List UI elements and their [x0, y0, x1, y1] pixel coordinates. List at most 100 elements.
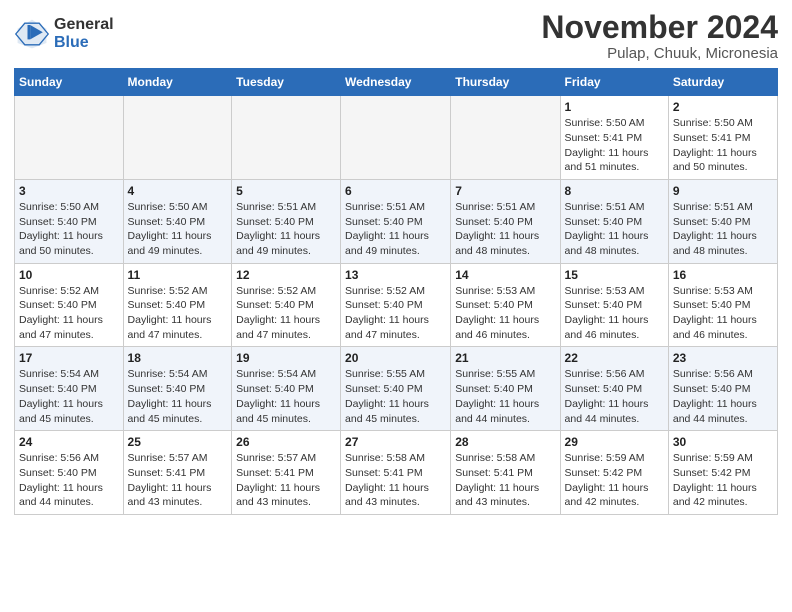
calendar-table: SundayMondayTuesdayWednesdayThursdayFrid…	[14, 68, 778, 515]
location-subtitle: Pulap, Chuuk, Micronesia	[541, 45, 778, 62]
day-info: Sunrise: 5:57 AM Sunset: 5:41 PM Dayligh…	[128, 451, 228, 510]
day-number: 4	[128, 184, 228, 198]
calendar-cell: 10Sunrise: 5:52 AM Sunset: 5:40 PM Dayli…	[15, 263, 124, 347]
logo: General Blue	[14, 10, 114, 52]
day-number: 27	[345, 435, 446, 449]
calendar-cell: 25Sunrise: 5:57 AM Sunset: 5:41 PM Dayli…	[123, 431, 232, 515]
day-number: 12	[236, 268, 336, 282]
calendar-page: General Blue November 2024 Pulap, Chuuk,…	[0, 0, 792, 529]
day-number: 20	[345, 351, 446, 365]
calendar-cell	[341, 96, 451, 180]
day-info: Sunrise: 5:59 AM Sunset: 5:42 PM Dayligh…	[673, 451, 773, 510]
day-info: Sunrise: 5:53 AM Sunset: 5:40 PM Dayligh…	[673, 284, 773, 343]
logo-general: General	[54, 16, 114, 33]
calendar-week-1: 1 Sunrise: 5:50 AM Sunset: 5:41 PM Daylig…	[15, 96, 778, 180]
day-number: 5	[236, 184, 336, 198]
day-info: Sunrise: 5:51 AM Sunset: 5:40 PM Dayligh…	[455, 200, 555, 259]
day-info: Sunrise: 5:51 AM Sunset: 5:40 PM Dayligh…	[236, 200, 336, 259]
calendar-week-4: 17 Sunrise: 5:54 AM Sunset: 5:40 PM Dayli…	[15, 347, 778, 431]
calendar-cell: 9 Sunrise: 5:51 AM Sunset: 5:40 PM Daylig…	[668, 179, 777, 263]
calendar-cell: 23 Sunrise: 5:56 AM Sunset: 5:40 PM Dayli…	[668, 347, 777, 431]
calendar-cell: 13 Sunrise: 5:52 AM Sunset: 5:40 PM Dayli…	[341, 263, 451, 347]
calendar-cell: 2Sunrise: 5:50 AM Sunset: 5:41 PM Daylig…	[668, 96, 777, 180]
calendar-week-5: 24 Sunrise: 5:56 AM Sunset: 5:40 PM Dayli…	[15, 431, 778, 515]
day-info: Sunrise: 5:50 AM Sunset: 5:40 PM Dayligh…	[19, 200, 119, 259]
day-number: 23	[673, 351, 773, 365]
day-info: Sunrise: 5:51 AM Sunset: 5:40 PM Dayligh…	[345, 200, 446, 259]
day-info: Sunrise: 5:52 AM Sunset: 5:40 PM Dayligh…	[236, 284, 336, 343]
day-number: 14	[455, 268, 555, 282]
calendar-cell: 29Sunrise: 5:59 AM Sunset: 5:42 PM Dayli…	[560, 431, 668, 515]
calendar-cell: 7 Sunrise: 5:51 AM Sunset: 5:40 PM Daylig…	[451, 179, 560, 263]
weekday-header-wednesday: Wednesday	[341, 69, 451, 96]
day-number: 22	[565, 351, 664, 365]
calendar-header: SundayMondayTuesdayWednesdayThursdayFrid…	[15, 69, 778, 96]
day-info: Sunrise: 5:56 AM Sunset: 5:40 PM Dayligh…	[565, 367, 664, 426]
day-info: Sunrise: 5:52 AM Sunset: 5:40 PM Dayligh…	[345, 284, 446, 343]
day-info: Sunrise: 5:56 AM Sunset: 5:40 PM Dayligh…	[673, 367, 773, 426]
calendar-cell: 6Sunrise: 5:51 AM Sunset: 5:40 PM Daylig…	[341, 179, 451, 263]
weekday-header-monday: Monday	[123, 69, 232, 96]
weekday-header-thursday: Thursday	[451, 69, 560, 96]
calendar-cell: 19Sunrise: 5:54 AM Sunset: 5:40 PM Dayli…	[232, 347, 341, 431]
day-info: Sunrise: 5:54 AM Sunset: 5:40 PM Dayligh…	[128, 367, 228, 426]
logo-blue: Blue	[54, 34, 89, 51]
day-info: Sunrise: 5:52 AM Sunset: 5:40 PM Dayligh…	[128, 284, 228, 343]
calendar-cell: 12 Sunrise: 5:52 AM Sunset: 5:40 PM Dayli…	[232, 263, 341, 347]
day-info: Sunrise: 5:59 AM Sunset: 5:42 PM Dayligh…	[565, 451, 664, 510]
day-info: Sunrise: 5:51 AM Sunset: 5:40 PM Dayligh…	[565, 200, 664, 259]
day-number: 28	[455, 435, 555, 449]
day-number: 15	[565, 268, 664, 282]
header: General Blue November 2024 Pulap, Chuuk,…	[14, 10, 778, 62]
day-number: 19	[236, 351, 336, 365]
day-info: Sunrise: 5:54 AM Sunset: 5:40 PM Dayligh…	[19, 367, 119, 426]
day-info: Sunrise: 5:58 AM Sunset: 5:41 PM Dayligh…	[345, 451, 446, 510]
day-number: 3	[19, 184, 119, 198]
day-info: Sunrise: 5:53 AM Sunset: 5:40 PM Dayligh…	[565, 284, 664, 343]
calendar-cell: 18Sunrise: 5:54 AM Sunset: 5:40 PM Dayli…	[123, 347, 232, 431]
calendar-cell: 20 Sunrise: 5:55 AM Sunset: 5:40 PM Dayli…	[341, 347, 451, 431]
day-number: 9	[673, 184, 773, 198]
day-info: Sunrise: 5:53 AM Sunset: 5:40 PM Dayligh…	[455, 284, 555, 343]
weekday-header-tuesday: Tuesday	[232, 69, 341, 96]
day-number: 7	[455, 184, 555, 198]
calendar-week-2: 3 Sunrise: 5:50 AM Sunset: 5:40 PM Daylig…	[15, 179, 778, 263]
day-number: 21	[455, 351, 555, 365]
day-number: 16	[673, 268, 773, 282]
day-info: Sunrise: 5:55 AM Sunset: 5:40 PM Dayligh…	[455, 367, 555, 426]
calendar-cell: 3 Sunrise: 5:50 AM Sunset: 5:40 PM Daylig…	[15, 179, 124, 263]
day-number: 1	[565, 100, 664, 114]
calendar-cell: 24 Sunrise: 5:56 AM Sunset: 5:40 PM Dayli…	[15, 431, 124, 515]
day-info: Sunrise: 5:56 AM Sunset: 5:40 PM Dayligh…	[19, 451, 119, 510]
day-number: 10	[19, 268, 119, 282]
day-info: Sunrise: 5:58 AM Sunset: 5:41 PM Dayligh…	[455, 451, 555, 510]
day-info: Sunrise: 5:51 AM Sunset: 5:40 PM Dayligh…	[673, 200, 773, 259]
calendar-cell	[123, 96, 232, 180]
calendar-cell: 30 Sunrise: 5:59 AM Sunset: 5:42 PM Dayli…	[668, 431, 777, 515]
calendar-week-3: 10 Sunrise: 5:52 AM Sunset: 5:40 PM Dayli…	[15, 263, 778, 347]
day-info: Sunrise: 5:50 AM Sunset: 5:40 PM Dayligh…	[128, 200, 228, 259]
calendar-cell: 21 Sunrise: 5:55 AM Sunset: 5:40 PM Dayli…	[451, 347, 560, 431]
title-block: November 2024 Pulap, Chuuk, Micronesia	[541, 10, 778, 62]
day-number: 11	[128, 268, 228, 282]
weekday-header-sunday: Sunday	[15, 69, 124, 96]
calendar-cell: 22 Sunrise: 5:56 AM Sunset: 5:40 PM Dayli…	[560, 347, 668, 431]
calendar-cell: 27 Sunrise: 5:58 AM Sunset: 5:41 PM Dayli…	[341, 431, 451, 515]
calendar-cell: 15 Sunrise: 5:53 AM Sunset: 5:40 PM Dayli…	[560, 263, 668, 347]
calendar-cell	[232, 96, 341, 180]
calendar-cell: 1 Sunrise: 5:50 AM Sunset: 5:41 PM Daylig…	[560, 96, 668, 180]
day-info: Sunrise: 5:50 AM Sunset: 5:41 PM Dayligh…	[565, 116, 664, 175]
day-number: 24	[19, 435, 119, 449]
weekday-row: SundayMondayTuesdayWednesdayThursdayFrid…	[15, 69, 778, 96]
day-number: 13	[345, 268, 446, 282]
weekday-header-friday: Friday	[560, 69, 668, 96]
calendar-cell: 8Sunrise: 5:51 AM Sunset: 5:40 PM Daylig…	[560, 179, 668, 263]
calendar-cell: 5 Sunrise: 5:51 AM Sunset: 5:40 PM Daylig…	[232, 179, 341, 263]
calendar-cell: 11 Sunrise: 5:52 AM Sunset: 5:40 PM Dayli…	[123, 263, 232, 347]
calendar-cell: 26Sunrise: 5:57 AM Sunset: 5:41 PM Dayli…	[232, 431, 341, 515]
month-year-title: November 2024	[541, 10, 778, 45]
day-info: Sunrise: 5:55 AM Sunset: 5:40 PM Dayligh…	[345, 367, 446, 426]
day-number: 30	[673, 435, 773, 449]
day-info: Sunrise: 5:57 AM Sunset: 5:41 PM Dayligh…	[236, 451, 336, 510]
day-number: 17	[19, 351, 119, 365]
